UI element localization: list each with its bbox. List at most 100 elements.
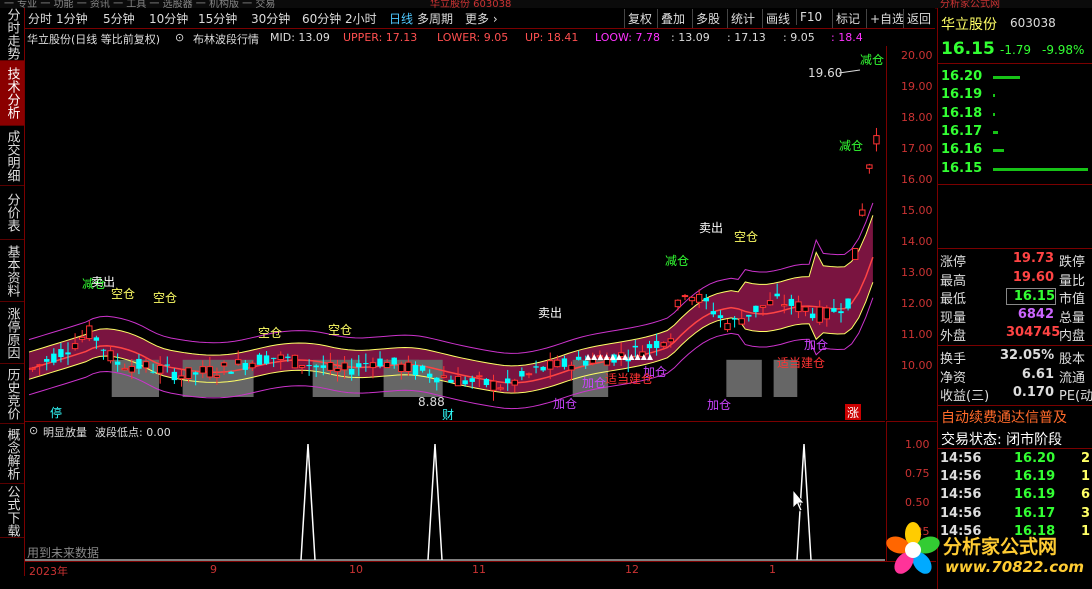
period-3[interactable]: 10分钟 (149, 10, 188, 27)
candle-body[interactable] (285, 356, 291, 358)
candle-body[interactable] (327, 361, 334, 371)
candle-body[interactable] (476, 375, 483, 378)
candle-body[interactable] (788, 298, 795, 306)
candle-body[interactable] (823, 307, 831, 320)
candle-body[interactable] (29, 367, 36, 370)
candle-body[interactable] (263, 355, 270, 364)
candle-body[interactable] (199, 366, 206, 374)
candle-body[interactable] (65, 352, 71, 355)
candle-body[interactable] (759, 305, 767, 308)
candle-body[interactable] (674, 299, 682, 308)
candle-body[interactable] (298, 365, 306, 368)
candle-body[interactable] (171, 371, 178, 381)
candle-body[interactable] (738, 318, 745, 325)
candle-body[interactable] (434, 377, 440, 383)
left-tab-4[interactable]: 基本资料 (0, 240, 24, 302)
candle-body[interactable] (688, 296, 696, 302)
candle-body[interactable] (164, 364, 170, 366)
left-tab-2[interactable]: 成交明细 (0, 126, 24, 186)
period-0[interactable]: 分时 (28, 10, 52, 27)
candle-body[interactable] (653, 340, 660, 348)
candle-body[interactable] (809, 313, 816, 319)
candle-body[interactable] (568, 364, 575, 371)
candle-body[interactable] (51, 353, 57, 363)
ticker-scroll-text[interactable]: 自动续费通达信普及 (941, 407, 1067, 427)
left-tab-1[interactable]: 技术分析 (0, 61, 24, 126)
left-tab-0[interactable]: 分时走势 (0, 8, 24, 61)
period-1[interactable]: 1分钟 (56, 10, 88, 27)
candle-body[interactable] (369, 362, 377, 369)
candle-body[interactable] (646, 344, 653, 349)
candle-body[interactable] (206, 366, 214, 378)
candle-body[interactable] (681, 295, 689, 298)
candle-body[interactable] (583, 360, 589, 366)
toolbar-action-7[interactable]: +自选 (866, 9, 907, 28)
collapse-icon[interactable]: ⊙ (175, 31, 184, 44)
candle-body[interactable] (36, 364, 43, 367)
candle-body[interactable] (838, 311, 844, 314)
candle-body[interactable] (710, 311, 717, 315)
candle-body[interactable] (136, 358, 142, 369)
candle-body[interactable] (731, 318, 738, 320)
candle-body[interactable] (192, 372, 199, 375)
left-tab-7[interactable]: 概念解析 (0, 424, 24, 484)
indicator-name[interactable]: 布林波段行情 (193, 31, 259, 46)
candle-body[interactable] (291, 354, 299, 369)
candle-body[interactable] (717, 315, 724, 319)
candle-body[interactable] (454, 375, 462, 387)
candle-body[interactable] (142, 361, 150, 369)
candle-body[interactable] (851, 248, 859, 260)
left-tab-8[interactable]: 公式下载 (0, 484, 24, 538)
candle-body[interactable] (313, 365, 319, 368)
candle-body[interactable] (121, 367, 128, 371)
candle-body[interactable] (377, 358, 383, 367)
left-tab-5[interactable]: 涨停原因 (0, 302, 24, 364)
candle-body[interactable] (660, 342, 667, 347)
candle-body[interactable] (306, 365, 312, 367)
toolbar-action-5[interactable]: F10 (796, 9, 825, 25)
candle-body[interactable] (462, 380, 468, 385)
period-6[interactable]: 60分钟 (302, 10, 341, 27)
candle-body[interactable] (405, 361, 412, 372)
candle-body[interactable] (44, 359, 50, 362)
candle-body[interactable] (412, 365, 419, 376)
candle-body[interactable] (440, 375, 448, 378)
candle-body[interactable] (320, 365, 326, 368)
candle-body[interactable] (270, 357, 277, 359)
candle-body[interactable] (213, 374, 221, 378)
main-candlestick-chart[interactable]: 19.60 8.88 减仓 减仓 减仓 减仓 卖出 卖出 卖出 空仓 空仓 空仓… (25, 46, 885, 420)
candle-body[interactable] (114, 361, 121, 365)
candle-body[interactable] (845, 298, 851, 309)
toolbar-action-6[interactable]: 标记 (832, 9, 863, 28)
candle-body[interactable] (157, 364, 164, 374)
candle-body[interactable] (774, 293, 780, 297)
candle-body[interactable] (703, 297, 709, 302)
candle-body[interactable] (235, 359, 242, 365)
candle-body[interactable] (724, 323, 731, 331)
left-tab-3[interactable]: 分价表 (0, 186, 24, 240)
period-5[interactable]: 30分钟 (251, 10, 290, 27)
candle-body[interactable] (533, 366, 539, 368)
candle-body[interactable] (100, 349, 107, 351)
candle-body[interactable] (426, 373, 433, 378)
candle-body[interactable] (242, 362, 248, 370)
candle-body[interactable] (220, 362, 228, 367)
candle-body[interactable] (575, 356, 582, 360)
candle-body[interactable] (816, 306, 823, 323)
period-9[interactable]: 多周期 (417, 10, 453, 27)
candle-body[interactable] (667, 338, 674, 343)
candle-body[interactable] (78, 336, 86, 340)
candle-body[interactable] (753, 305, 759, 313)
candle-body[interactable] (866, 164, 873, 169)
candle-body[interactable] (356, 363, 362, 368)
candle-body[interactable] (398, 363, 405, 373)
period-4[interactable]: 15分钟 (198, 10, 237, 27)
candle-body[interactable] (873, 135, 880, 145)
period-7[interactable]: 2小时 (345, 10, 377, 27)
candle-body[interactable] (448, 379, 454, 383)
candle-body[interactable] (831, 308, 837, 312)
left-tab-6[interactable]: 历史竞价 (0, 364, 24, 424)
candle-body[interactable] (334, 367, 341, 373)
candle-body[interactable] (547, 360, 554, 370)
candle-body[interactable] (781, 304, 788, 307)
